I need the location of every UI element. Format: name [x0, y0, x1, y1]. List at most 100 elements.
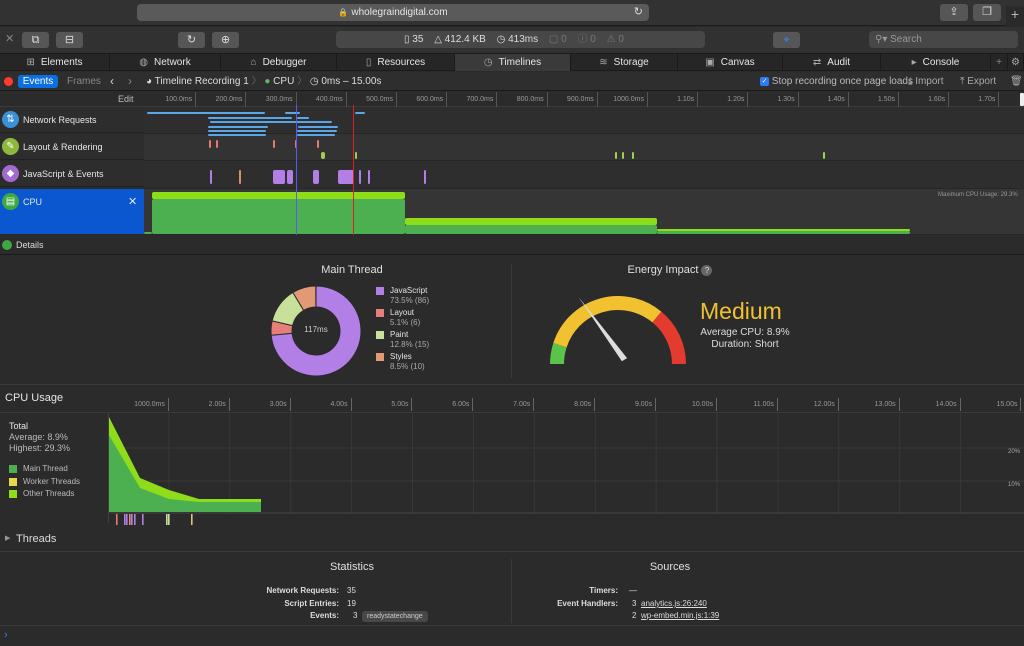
- timeline-row-cpu[interactable]: ▤ CPU ✕: [0, 189, 144, 234]
- back-icon[interactable]: ‹: [110, 72, 114, 91]
- load-event-marker[interactable]: [353, 105, 354, 235]
- share-button[interactable]: ⇪: [940, 4, 968, 21]
- dom-content-loaded-marker[interactable]: [296, 105, 297, 235]
- paint-event-mark[interactable]: [321, 152, 325, 159]
- network-request-bar[interactable]: [297, 130, 337, 132]
- download-button[interactable]: ⊕: [212, 32, 239, 48]
- tab-debugger[interactable]: ⌂ Debugger: [221, 54, 337, 71]
- tab-canvas[interactable]: ▣ Canvas: [678, 54, 783, 71]
- paint-event-mark[interactable]: [622, 152, 624, 159]
- network-request-bar[interactable]: [147, 112, 265, 114]
- edit-button[interactable]: Edit: [118, 92, 134, 107]
- network-request-bar[interactable]: [210, 121, 332, 123]
- stop-recording-option[interactable]: ✓ Stop recording once page loads: [760, 72, 913, 91]
- layout-event-mark[interactable]: [209, 140, 211, 148]
- import-button[interactable]: ⤓ Import: [908, 72, 944, 91]
- tab-console[interactable]: ▸ Console: [881, 54, 991, 71]
- layout-event-mark[interactable]: [273, 140, 275, 148]
- frames-toggle[interactable]: Frames: [67, 72, 101, 91]
- reload-icon[interactable]: ↻: [634, 4, 643, 21]
- close-inspector-icon[interactable]: ✕: [5, 32, 14, 45]
- network-request-bar[interactable]: [355, 112, 365, 114]
- threads-section-toggle[interactable]: ▶ Threads: [0, 526, 1024, 552]
- errors-count[interactable]: ⓘ 0: [577, 34, 595, 45]
- script-event-mark[interactable]: [287, 170, 293, 184]
- event-pill[interactable]: readystatechange: [362, 611, 428, 622]
- network-request-bar[interactable]: [298, 126, 338, 128]
- cpu-legend-item[interactable]: Other Threads: [9, 489, 74, 499]
- settings-icon[interactable]: ⚙: [1008, 54, 1024, 71]
- paint-event-mark[interactable]: [615, 152, 617, 159]
- new-tab-button[interactable]: +: [1006, 6, 1024, 26]
- script-event-mark[interactable]: [313, 170, 319, 184]
- network-request-bar[interactable]: [208, 134, 266, 136]
- network-request-bar[interactable]: [297, 134, 335, 136]
- disclosure-triangle-icon[interactable]: ▶: [5, 526, 10, 552]
- network-request-bar[interactable]: [285, 112, 300, 114]
- network-request-bar[interactable]: [208, 117, 292, 119]
- cpu-legend-item[interactable]: Main Thread: [9, 464, 68, 474]
- help-icon[interactable]: ?: [701, 265, 713, 276]
- cpu-main-thread-bar[interactable]: [405, 225, 657, 234]
- tabs-overview-button[interactable]: ❐: [973, 4, 1001, 21]
- paint-event-mark[interactable]: [632, 152, 634, 159]
- record-button[interactable]: [4, 77, 13, 86]
- script-event-mark[interactable]: [424, 170, 426, 184]
- reload-page-button[interactable]: ↻: [178, 32, 205, 48]
- resources-count[interactable]: ▯ 35: [404, 34, 423, 45]
- tab-timelines[interactable]: ◷ Timelines: [455, 54, 571, 71]
- element-picker-button[interactable]: ⌖: [773, 32, 800, 48]
- layout-event-mark[interactable]: [317, 140, 319, 148]
- address-bar[interactable]: 🔒 wholegraindigital.com ↻: [137, 4, 649, 21]
- cpu-main-thread-bar[interactable]: [144, 232, 152, 234]
- network-request-bar[interactable]: [208, 126, 268, 128]
- export-button[interactable]: ⤒ Export: [960, 72, 996, 91]
- search-input[interactable]: ⚲▾ Search: [869, 31, 1018, 48]
- add-tab-button[interactable]: +: [991, 54, 1008, 71]
- dock-bottom-button[interactable]: ⊟: [56, 32, 83, 48]
- cpu-legend-item[interactable]: Worker Threads: [9, 477, 80, 487]
- events-toggle[interactable]: Events: [18, 75, 58, 88]
- paint-event-mark[interactable]: [823, 152, 825, 159]
- tab-resources[interactable]: ▯ Resources: [337, 54, 455, 71]
- range-handle[interactable]: [1020, 93, 1024, 106]
- cpu-main-thread-bar[interactable]: [152, 199, 405, 234]
- script-event-mark[interactable]: [239, 170, 241, 184]
- forward-icon[interactable]: ›: [128, 72, 132, 91]
- cpu-other-threads-bar[interactable]: [405, 218, 657, 225]
- tab-network[interactable]: ◍ Network: [110, 54, 221, 71]
- breadcrumb-range[interactable]: 0ms – 15.00s: [321, 76, 381, 87]
- resources-size[interactable]: △ 412.4 KB: [434, 34, 486, 45]
- tab-storage[interactable]: ≋ Storage: [571, 54, 678, 71]
- paint-event-mark[interactable]: [355, 152, 357, 159]
- cpu-other-threads-bar[interactable]: [152, 192, 405, 199]
- breadcrumb-recording[interactable]: Timeline Recording 1: [155, 76, 249, 87]
- network-request-bar[interactable]: [297, 117, 309, 119]
- cpu-main-thread-bar[interactable]: [657, 231, 910, 234]
- source-link[interactable]: analytics.js:26:240: [641, 598, 707, 610]
- breadcrumb-cpu[interactable]: CPU: [273, 76, 294, 87]
- warnings-count[interactable]: ⚠ 0: [607, 34, 624, 45]
- layout-event-mark[interactable]: [216, 140, 218, 148]
- network-request-bar[interactable]: [208, 130, 266, 132]
- time-ruler[interactable]: 100.0ms 200.0ms 300.0ms 400.0ms 500.0ms 600.0…: [144, 92, 1024, 107]
- script-event-mark[interactable]: [359, 170, 361, 184]
- timeline-row-layout[interactable]: ✎ Layout & Rendering: [0, 134, 144, 160]
- clear-timeline-icon[interactable]: 🗑: [1010, 72, 1023, 91]
- close-icon[interactable]: ✕: [128, 189, 137, 215]
- cpu-usage-chart[interactable]: [108, 413, 1024, 526]
- timeline-row-javascript[interactable]: ◆ JavaScript & Events: [0, 161, 144, 187]
- tab-audit[interactable]: ⇄ Audit: [783, 54, 881, 71]
- timeline-row-network[interactable]: ⇅ Network Requests: [0, 107, 144, 133]
- load-time[interactable]: ◷ 413ms: [497, 34, 539, 45]
- source-link[interactable]: wp-embed.min.js:1:39: [641, 610, 719, 622]
- script-event-mark[interactable]: [273, 170, 285, 184]
- logs-count[interactable]: ▢ 0: [549, 34, 567, 45]
- script-event-mark[interactable]: [338, 170, 354, 184]
- script-event-mark[interactable]: [368, 170, 370, 184]
- console-prompt[interactable]: ›: [0, 627, 1024, 646]
- stop-recording-checkbox[interactable]: ✓: [760, 76, 769, 86]
- undock-button[interactable]: ⧉: [22, 32, 49, 48]
- script-event-mark[interactable]: [210, 170, 212, 184]
- tab-elements[interactable]: ⊞ Elements: [0, 54, 110, 71]
